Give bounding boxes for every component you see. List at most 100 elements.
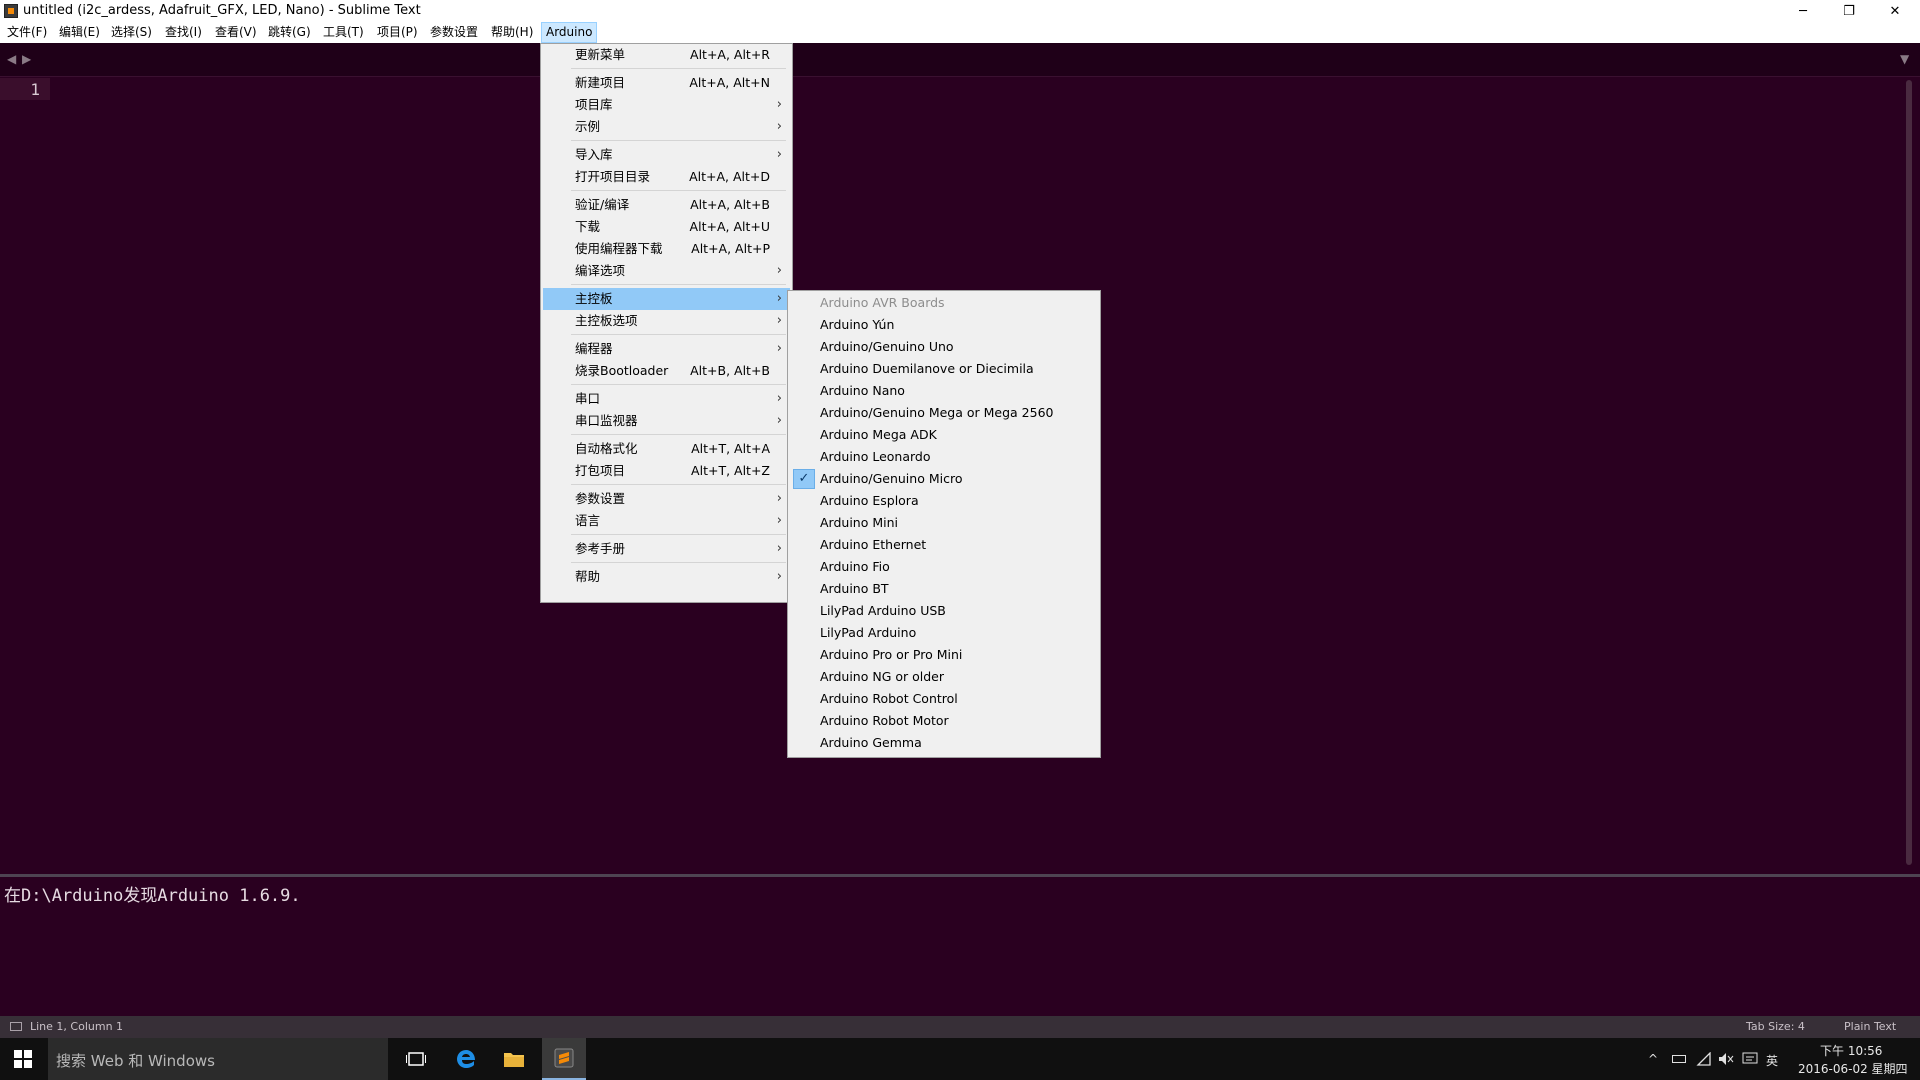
menu-item-preferences[interactable]: 参数设置 › <box>543 488 790 510</box>
submenu-arrow-icon: › <box>776 391 782 406</box>
board-item-arduino-robot-control[interactable]: Arduino Robot Control <box>790 688 1098 710</box>
window-title: untitled (i2c_ardess, Adafruit_GFX, LED,… <box>23 3 421 18</box>
menu-project[interactable]: 项目(P) <box>373 22 422 43</box>
menu-item-refresh-menu[interactable]: 更新菜单 Alt+A, Alt+R <box>543 44 790 66</box>
board-item-arduino-bt[interactable]: Arduino BT <box>790 578 1098 600</box>
menu-item-language[interactable]: 语言 › <box>543 510 790 532</box>
board-item-label: Arduino Duemilanove or Diecimila <box>820 361 1034 376</box>
menu-item-upload[interactable]: 下载 Alt+A, Alt+U <box>543 216 790 238</box>
board-item-arduino-yun[interactable]: Arduino Yún <box>790 314 1098 336</box>
menu-selection[interactable]: 选择(S) <box>107 22 156 43</box>
board-item-arduino-esplora[interactable]: Arduino Esplora <box>790 490 1098 512</box>
board-item-lilypad-arduino-usb[interactable]: LilyPad Arduino USB <box>790 600 1098 622</box>
board-item-arduino-mini[interactable]: Arduino Mini <box>790 512 1098 534</box>
editor-scrollbar[interactable] <box>1906 80 1912 865</box>
menu-arduino[interactable]: Arduino <box>541 22 598 43</box>
menu-item-help[interactable]: 帮助 › <box>543 566 790 588</box>
menu-item-board-options[interactable]: 主控板选项 › <box>543 310 790 332</box>
board-item-arduino-genuino-uno[interactable]: Arduino/Genuino Uno <box>790 336 1098 358</box>
menu-item-upload-using-programmer[interactable]: 使用编程器下载 Alt+A, Alt+P <box>543 238 790 260</box>
board-item-arduino-duemilanove[interactable]: Arduino Duemilanove or Diecimila <box>790 358 1098 380</box>
board-item-arduino-genuino-micro[interactable]: ✓ Arduino/Genuino Micro <box>790 468 1098 490</box>
menu-item-board[interactable]: 主控板 › <box>543 288 790 310</box>
board-item-arduino-ng[interactable]: Arduino NG or older <box>790 666 1098 688</box>
edge-browser-button[interactable] <box>446 1038 486 1080</box>
show-hidden-icons-chevron[interactable]: ^ <box>1648 1052 1658 1066</box>
menu-item-archive-sketch[interactable]: 打包项目 Alt+T, Alt+Z <box>543 460 790 482</box>
board-item-arduino-leonardo[interactable]: Arduino Leonardo <box>790 446 1098 468</box>
menu-item-programmer[interactable]: 编程器 › <box>543 338 790 360</box>
menu-file[interactable]: 文件(F) <box>3 22 51 43</box>
menu-edit[interactable]: 编辑(E) <box>55 22 104 43</box>
network-icon[interactable] <box>1696 1052 1712 1066</box>
tab-size-indicator[interactable]: Tab Size: 4 <box>1746 1020 1805 1033</box>
menu-tools[interactable]: 工具(T) <box>319 22 368 43</box>
menu-item-examples[interactable]: 示例 › <box>543 116 790 138</box>
tab-scroll-right-icon[interactable]: ▶ <box>22 52 31 66</box>
task-view-icon <box>406 1052 426 1066</box>
maximize-button[interactable]: ❐ <box>1826 0 1872 22</box>
battery-icon[interactable] <box>1672 1055 1686 1063</box>
submenu-arrow-icon: › <box>776 541 782 556</box>
board-item-label: LilyPad Arduino USB <box>820 603 946 618</box>
panel-toggle-icon[interactable] <box>10 1022 22 1031</box>
menu-item-label: 下载 <box>575 219 601 234</box>
menu-item-label: 使用编程器下载 <box>575 241 663 256</box>
menu-item-auto-format[interactable]: 自动格式化 Alt+T, Alt+A <box>543 438 790 460</box>
menu-item-label: 串口监视器 <box>575 413 638 428</box>
board-item-label: Arduino Ethernet <box>820 537 927 552</box>
file-explorer-button[interactable] <box>494 1038 534 1080</box>
submenu-arrow-icon: › <box>776 263 782 278</box>
board-item-arduino-ethernet[interactable]: Arduino Ethernet <box>790 534 1098 556</box>
clock-date[interactable]: 2016-06-02 星期四 <box>1798 1060 1908 1077</box>
tab-scroll-left-icon[interactable]: ◀ <box>7 52 16 66</box>
menu-item-new-sketch[interactable]: 新建项目 Alt+A, Alt+N <box>543 72 790 94</box>
menu-item-serial-port[interactable]: 串口 › <box>543 388 790 410</box>
menu-view[interactable]: 查看(V) <box>211 22 261 43</box>
menu-separator <box>571 484 786 485</box>
menu-goto[interactable]: 跳转(G) <box>264 22 315 43</box>
menu-item-burn-bootloader[interactable]: 烧录Bootloader Alt+B, Alt+B <box>543 360 790 382</box>
menu-item-shortcut: Alt+A, Alt+B <box>690 197 770 212</box>
menu-item-label: 新建项目 <box>575 75 626 90</box>
menu-separator <box>571 284 786 285</box>
close-button[interactable]: ✕ <box>1872 0 1918 22</box>
board-item-arduino-mega-adk[interactable]: Arduino Mega ADK <box>790 424 1098 446</box>
menu-item-reference[interactable]: 参考手册 › <box>543 538 790 560</box>
menu-find[interactable]: 查找(I) <box>161 22 206 43</box>
menu-separator <box>571 334 786 335</box>
menu-help[interactable]: 帮助(H) <box>487 22 537 43</box>
board-item-arduino-nano[interactable]: Arduino Nano <box>790 380 1098 402</box>
menu-item-open-sketch-folder[interactable]: 打开项目目录 Alt+A, Alt+D <box>543 166 790 188</box>
board-item-label: Arduino NG or older <box>820 669 944 684</box>
syntax-indicator[interactable]: Plain Text <box>1844 1020 1896 1033</box>
sublime-taskbar-button[interactable] <box>542 1038 586 1080</box>
start-button[interactable] <box>0 1038 46 1080</box>
minimize-button[interactable]: ─ <box>1780 0 1826 22</box>
tab-list-dropdown-icon[interactable]: ▼ <box>1900 52 1909 66</box>
tab-bar: ◀ ▶ ▼ <box>0 43 1920 77</box>
volume-muted-icon[interactable] <box>1718 1052 1734 1066</box>
menu-separator <box>571 562 786 563</box>
board-item-lilypad-arduino[interactable]: LilyPad Arduino <box>790 622 1098 644</box>
board-item-arduino-mega-2560[interactable]: Arduino/Genuino Mega or Mega 2560 <box>790 402 1098 424</box>
submenu-arrow-icon: › <box>776 97 782 112</box>
board-item-arduino-robot-motor[interactable]: Arduino Robot Motor <box>790 710 1098 732</box>
menu-item-sketchbook[interactable]: 项目库 › <box>543 94 790 116</box>
task-view-button[interactable] <box>396 1038 436 1080</box>
clock-time[interactable]: 下午 10:56 <box>1820 1042 1882 1059</box>
menu-item-compile-options[interactable]: 编译选项 › <box>543 260 790 282</box>
menu-preferences[interactable]: 参数设置 <box>426 22 482 43</box>
action-center-icon[interactable] <box>1742 1052 1758 1066</box>
menu-separator <box>571 534 786 535</box>
menu-item-serial-monitor[interactable]: 串口监视器 › <box>543 410 790 432</box>
board-item-arduino-gemma[interactable]: Arduino Gemma <box>790 732 1098 754</box>
ime-indicator[interactable]: 英 <box>1766 1052 1778 1069</box>
board-item-arduino-pro-mini[interactable]: Arduino Pro or Pro Mini <box>790 644 1098 666</box>
menu-separator <box>571 384 786 385</box>
board-item-arduino-fio[interactable]: Arduino Fio <box>790 556 1098 578</box>
board-item-label: LilyPad Arduino <box>820 625 917 640</box>
menu-item-verify-compile[interactable]: 验证/编译 Alt+A, Alt+B <box>543 194 790 216</box>
taskbar-search[interactable]: 搜索 Web 和 Windows <box>48 1038 388 1080</box>
menu-item-import-library[interactable]: 导入库 › <box>543 144 790 166</box>
